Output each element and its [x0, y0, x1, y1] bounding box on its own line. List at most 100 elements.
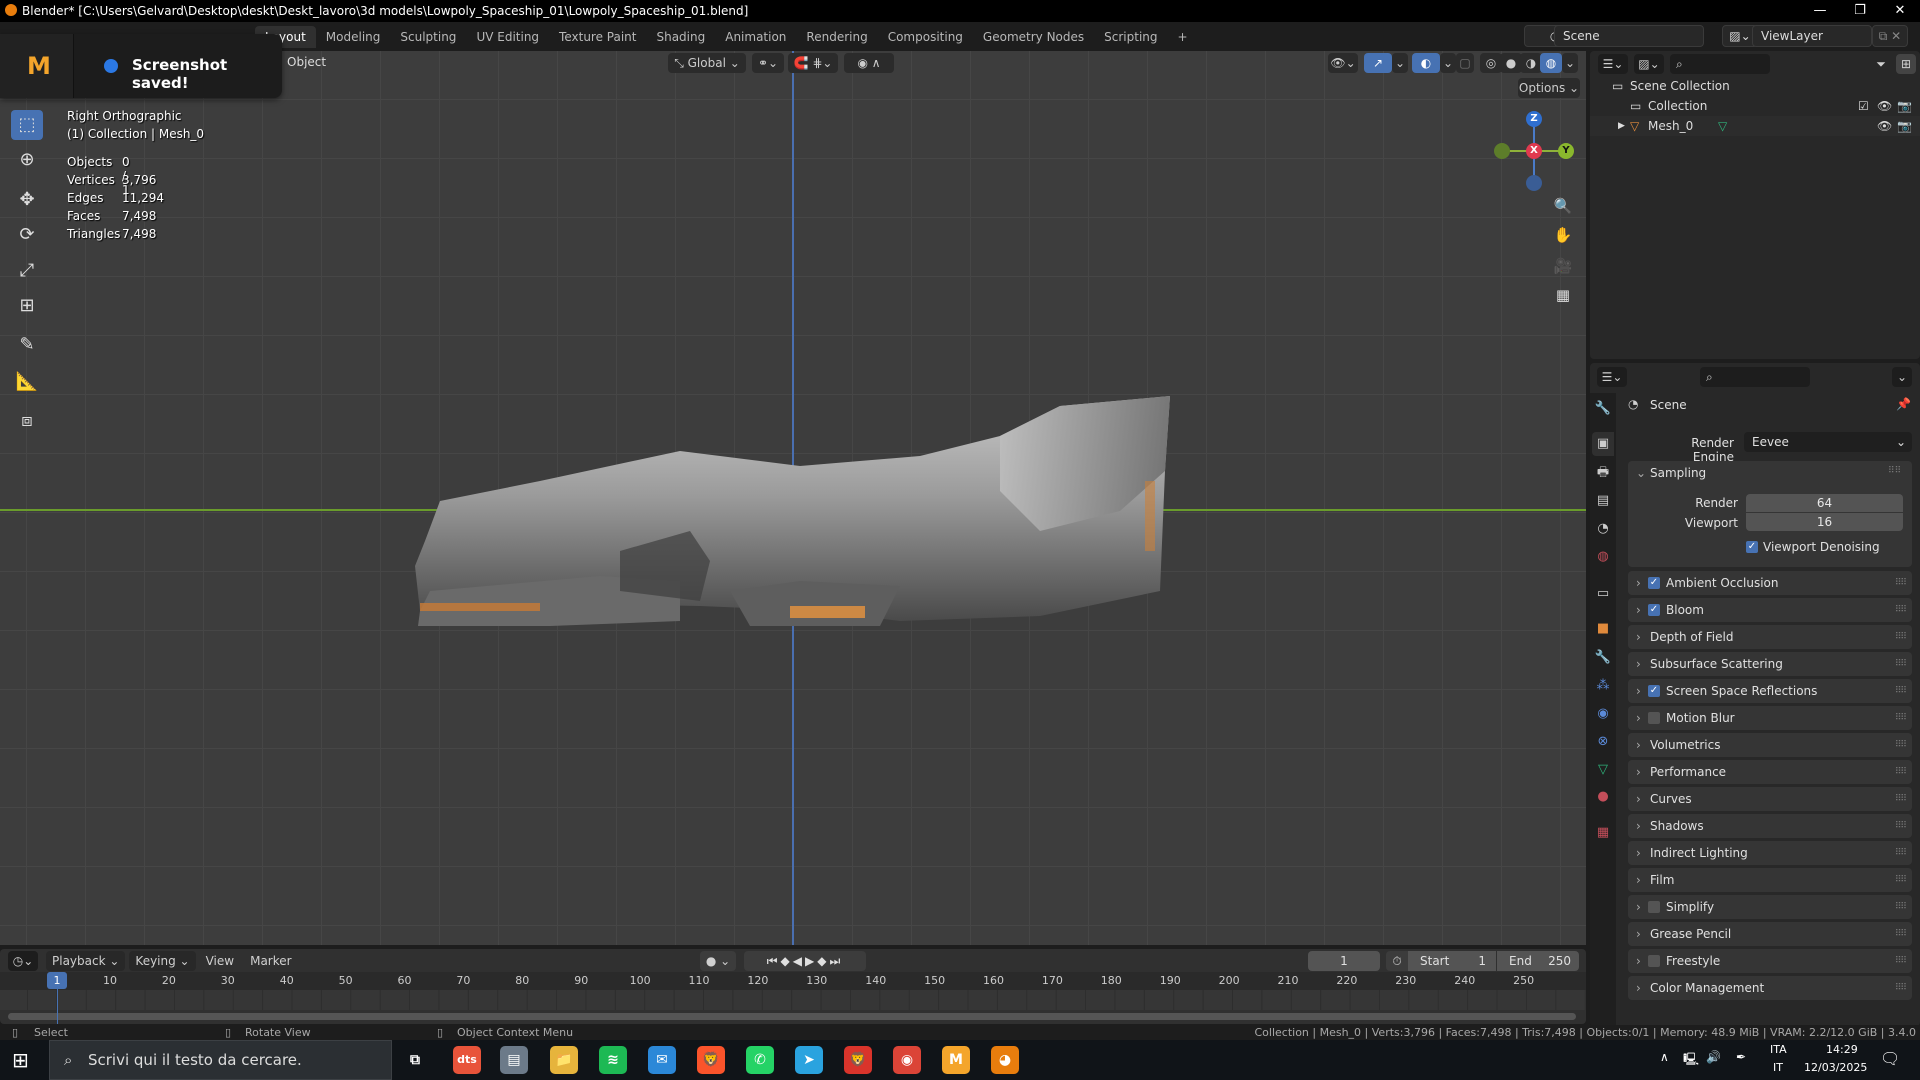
- chevron-right-icon[interactable]: ›: [1636, 679, 1641, 703]
- visibility-icon[interactable]: 👁⌄: [1328, 53, 1358, 73]
- taskbar-search-input[interactable]: ⌕ Scrivi qui il testo da cercare.: [49, 1040, 392, 1080]
- annotate-tool-icon[interactable]: ✎: [11, 330, 43, 360]
- properties-tab-render-icon[interactable]: ▣: [1592, 432, 1614, 456]
- panel-curves[interactable]: › Curves ⠿⠿: [1628, 787, 1912, 811]
- drag-grip-icon[interactable]: ⠿⠿: [1895, 760, 1907, 784]
- panel-ambient-occlusion[interactable]: › ✓ Ambient Occlusion ⠿⠿: [1628, 571, 1912, 595]
- drag-grip-icon[interactable]: ⠿⠿: [1895, 733, 1907, 757]
- panel-performance[interactable]: › Performance ⠿⠿: [1628, 760, 1912, 784]
- properties-tab-modifiers-icon[interactable]: 🔧: [1592, 646, 1614, 670]
- select-box-tool-icon[interactable]: ⬚: [11, 110, 43, 140]
- chevron-right-icon[interactable]: ›: [1636, 733, 1641, 757]
- panel-freestyle[interactable]: › Freestyle ⠿⠿: [1628, 949, 1912, 973]
- panel-depth-of-field[interactable]: › Depth of Field ⠿⠿: [1628, 625, 1912, 649]
- start-frame-field[interactable]: Start 1: [1408, 951, 1496, 971]
- drag-grip-icon[interactable]: ⠿⠿: [1895, 598, 1907, 622]
- render-camera-icon[interactable]: 📷: [1897, 96, 1912, 116]
- properties-tab-view-layer-icon[interactable]: ▤: [1592, 489, 1614, 513]
- timeline-scrollbar[interactable]: [8, 1013, 1576, 1020]
- chevron-right-icon[interactable]: ›: [1636, 598, 1641, 622]
- taskbar-app-mail-icon[interactable]: ✉: [648, 1046, 676, 1074]
- timeline-ruler[interactable]: 10 20 30 40 50 60 70 80 90 100 110 120 130 140 150 160 1…: [0, 972, 1586, 990]
- timeline-menu-view[interactable]: View: [200, 951, 240, 971]
- taskbar-app-m-app-icon[interactable]: M: [942, 1046, 970, 1074]
- pen-icon[interactable]: ✒: [1736, 1050, 1746, 1064]
- drag-grip-icon[interactable]: ⠿⠿: [1895, 571, 1907, 595]
- workspace-tab-sculpting[interactable]: Sculpting: [390, 26, 466, 48]
- add-cube-tool-icon[interactable]: ⧈: [11, 406, 43, 436]
- properties-search-input[interactable]: ⌕: [1700, 367, 1810, 387]
- taskbar-app-explorer-icon[interactable]: 📁: [550, 1046, 578, 1074]
- gizmo-toggle-icon[interactable]: ↗: [1364, 53, 1392, 73]
- rotate-tool-icon[interactable]: ⟳: [11, 220, 43, 250]
- clock-date[interactable]: 12/03/2025: [1804, 1061, 1867, 1074]
- panel-subsurface-scattering[interactable]: › Subsurface Scattering ⠿⠿: [1628, 652, 1912, 676]
- properties-tab-material-icon[interactable]: ●: [1592, 785, 1614, 809]
- workspace-tab-texture-paint[interactable]: Texture Paint: [549, 26, 646, 48]
- eye-icon[interactable]: 👁: [1877, 96, 1892, 116]
- move-tool-icon[interactable]: ✥: [11, 185, 43, 215]
- options-dropdown-icon[interactable]: ⌄: [1892, 367, 1912, 387]
- drag-grip-icon[interactable]: ⠿⠿: [1895, 787, 1907, 811]
- sampling-header[interactable]: Sampling: [1650, 466, 1706, 480]
- panel-shadows[interactable]: › Shadows ⠿⠿: [1628, 814, 1912, 838]
- taskbar-app-chrome-icon[interactable]: ◉: [893, 1046, 921, 1074]
- options-button[interactable]: Options ⌄: [1518, 78, 1580, 98]
- panel-bloom[interactable]: › ✓ Bloom ⠿⠿: [1628, 598, 1912, 622]
- properties-tab-scene-icon[interactable]: ◔: [1592, 517, 1614, 541]
- workspace-tab-compositing[interactable]: Compositing: [878, 26, 973, 48]
- taskbar-app-spotify-icon[interactable]: ≋: [599, 1046, 627, 1074]
- properties-tab-output-icon[interactable]: 🖶: [1592, 461, 1614, 485]
- view-layer-field[interactable]: ViewLayer: [1752, 25, 1872, 47]
- panel-volumetrics[interactable]: › Volumetrics ⠿⠿: [1628, 733, 1912, 757]
- properties-tab-tool-icon[interactable]: 🔧: [1592, 397, 1614, 421]
- outliner-item-collection[interactable]: ▭ Collection ☑ 👁 📷: [1590, 96, 1920, 116]
- drag-grip-icon[interactable]: ⠿⠿: [1895, 868, 1907, 892]
- workspace-tab-geometry-nodes[interactable]: Geometry Nodes: [973, 26, 1094, 48]
- keyboard-layout[interactable]: IT: [1773, 1061, 1783, 1074]
- workspace-tab-scripting[interactable]: Scripting: [1094, 26, 1167, 48]
- input-language[interactable]: ITA: [1770, 1043, 1787, 1056]
- chevron-right-icon[interactable]: ›: [1636, 868, 1641, 892]
- chevron-right-icon[interactable]: ›: [1636, 787, 1641, 811]
- chevron-right-icon[interactable]: ›: [1636, 652, 1641, 676]
- panel-motion-blur[interactable]: › Motion Blur ⠿⠿: [1628, 706, 1912, 730]
- properties-tab-texture-icon[interactable]: ▦: [1592, 821, 1614, 845]
- panel-enable-checkbox[interactable]: [1648, 955, 1660, 967]
- taskbar-app-file-manager-icon[interactable]: ▤: [500, 1046, 528, 1074]
- zoom-icon[interactable]: 🔍: [1551, 194, 1575, 218]
- auto-keying-record-icon[interactable]: ● ⌄: [700, 951, 736, 971]
- drag-grip-icon[interactable]: ⠿⠿: [1895, 841, 1907, 865]
- eye-icon[interactable]: 👁: [1877, 116, 1892, 136]
- pan-hand-icon[interactable]: ✋: [1551, 223, 1575, 247]
- outliner-search-input[interactable]: ⌕: [1670, 54, 1770, 74]
- scale-tool-icon[interactable]: ⤢: [11, 256, 43, 286]
- shading-dropdown-icon[interactable]: ⌄: [1562, 53, 1578, 73]
- drag-grip-icon[interactable]: ⠿⠿: [1895, 679, 1907, 703]
- properties-tab-physics-icon[interactable]: ◉: [1592, 702, 1614, 726]
- taskbar-app-telegram-icon[interactable]: ➤: [795, 1046, 823, 1074]
- minimize-button[interactable]: —: [1800, 0, 1840, 22]
- new-collection-icon[interactable]: ⊞: [1896, 54, 1916, 74]
- chevron-right-icon[interactable]: ›: [1636, 814, 1641, 838]
- close-button[interactable]: ✕: [1880, 0, 1920, 22]
- workspace-tab-uv-editing[interactable]: UV Editing: [466, 26, 549, 48]
- panel-simplify[interactable]: › Simplify ⠿⠿: [1628, 895, 1912, 919]
- rendered-shading-icon[interactable]: ◍: [1540, 53, 1562, 73]
- panel-enable-checkbox[interactable]: [1648, 712, 1660, 724]
- drag-grip-icon[interactable]: ⠿⠿: [1895, 652, 1907, 676]
- chevron-right-icon[interactable]: ›: [1636, 571, 1641, 595]
- display-mode-icon[interactable]: ▨⌄: [1634, 54, 1664, 74]
- gizmo-x-axis[interactable]: X: [1526, 143, 1542, 159]
- view-layer-copy-icon[interactable]: ⧉ ✕: [1872, 25, 1908, 47]
- playback-controls[interactable]: ⏮◆◀▶◆⏭: [744, 951, 866, 971]
- filter-icon[interactable]: ⏷: [1870, 54, 1892, 74]
- workspace-tab-modeling[interactable]: Modeling: [316, 26, 391, 48]
- drag-grip-icon[interactable]: ⠿⠿: [1888, 466, 1901, 476]
- solid-shading-icon[interactable]: ●: [1500, 53, 1522, 73]
- chevron-right-icon[interactable]: ›: [1636, 949, 1641, 973]
- properties-tab-data-icon[interactable]: ▽: [1592, 758, 1614, 782]
- workspace-tab-animation[interactable]: Animation: [715, 26, 796, 48]
- overlays-dropdown-icon[interactable]: ⌄: [1440, 53, 1456, 73]
- mesh-data-icon[interactable]: ▽: [1718, 116, 1727, 136]
